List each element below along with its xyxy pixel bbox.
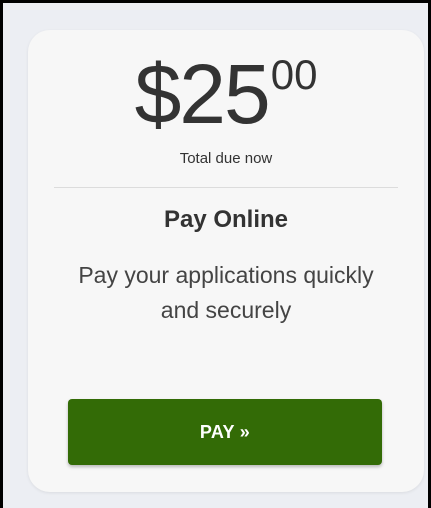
card-heading: Pay Online (163, 206, 289, 233)
payment-card: $2500 Total due now Pay Online Pay your … (28, 30, 424, 492)
divider (54, 187, 398, 188)
page-frame: $2500 Total due now Pay Online Pay your … (0, 0, 431, 508)
pay-button[interactable]: PAY » (68, 399, 382, 465)
price-caption: Total due now (179, 150, 273, 167)
price-display: $2500 (28, 52, 424, 136)
price-cents: 00 (270, 51, 318, 98)
price-amount: $25 (134, 47, 271, 141)
card-description: Pay your applications quickly and secure… (78, 262, 374, 323)
